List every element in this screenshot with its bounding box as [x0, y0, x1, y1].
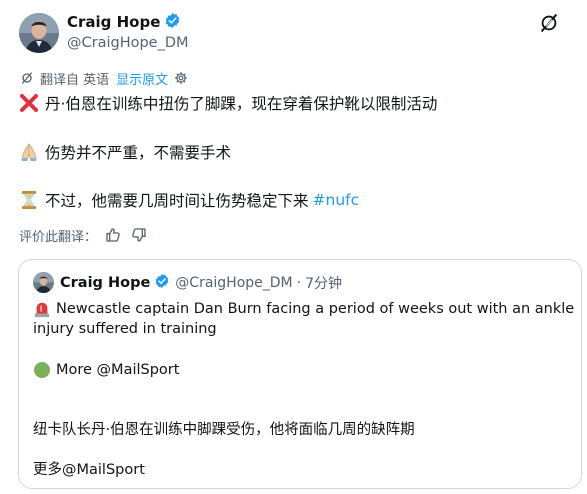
red-x-emoji [19, 93, 39, 113]
tweet-line-3: 不过，他需要几周时间让伤势稳定下来 #nufc [19, 189, 359, 211]
quoted-text-english: Newcastle captain Dan Burn facing a peri… [33, 299, 575, 339]
tweet-line-1: 丹·伯恩在训练中扭伤了脚踝，现在穿着保护靴以限制活动 [19, 92, 437, 114]
quoted-more-text: More @MailSport [56, 362, 180, 378]
quoted-line-2: injury suffered in training [33, 321, 217, 337]
translation-meta: 翻译自 英语 显示原文 [19, 68, 188, 88]
green-circle-emoji [33, 361, 51, 379]
author-avatar[interactable] [19, 13, 59, 53]
tweet-line-1-text: 丹·伯恩在训练中扭伤了脚踝，现在穿着保护靴以限制活动 [45, 95, 438, 113]
praying-hands-emoji [19, 142, 39, 162]
quoted-more-row: More @MailSport [33, 360, 179, 380]
tweet-line-2-text: 伤势并不严重，不需要手术 [45, 144, 232, 162]
thumbs-down-icon[interactable] [131, 227, 147, 243]
quoted-separator: · [296, 275, 302, 291]
grok-icon[interactable] [538, 12, 560, 34]
rate-translation-label: 评价此翻译： [19, 229, 98, 245]
verified-badge-icon [154, 273, 170, 293]
siren-emoji [33, 300, 51, 318]
author-name[interactable]: Craig Hope [67, 13, 160, 31]
verified-badge-icon [164, 12, 181, 33]
translated-from-label: 翻译自 英语 [40, 72, 110, 88]
quoted-header: Craig Hope @CraigHope_DM · 7分钟 [60, 273, 342, 293]
tweet-line-3-text: 不过，他需要几周时间让伤势稳定下来 [45, 192, 309, 210]
quoted-author-avatar[interactable] [33, 272, 54, 293]
quoted-author-name[interactable]: Craig Hope [60, 275, 150, 291]
hashtag-link[interactable]: #nufc [313, 191, 360, 209]
tweet-line-2: 伤势并不严重，不需要手术 [19, 141, 231, 163]
quoted-chinese-more: 更多@MailSport [33, 462, 145, 478]
quoted-chinese-line: 纽卡队长丹·伯恩在训练中脚踝受伤，他将面临几周的缺阵期 [33, 422, 415, 438]
quoted-line-1: Newcastle captain Dan Burn facing a peri… [56, 301, 575, 317]
gear-icon[interactable] [174, 71, 188, 85]
translate-icon [19, 70, 35, 86]
quoted-timestamp[interactable]: 7分钟 [305, 273, 342, 293]
hourglass-emoji [19, 190, 39, 210]
thumbs-up-icon[interactable] [105, 227, 121, 243]
rate-translation-row: 评价此翻译： [19, 225, 147, 245]
author-handle[interactable]: @CraigHope_DM [67, 33, 189, 53]
show-original-link[interactable]: 显示原文 [116, 69, 168, 88]
quoted-author-handle[interactable]: @CraigHope_DM [175, 275, 292, 291]
